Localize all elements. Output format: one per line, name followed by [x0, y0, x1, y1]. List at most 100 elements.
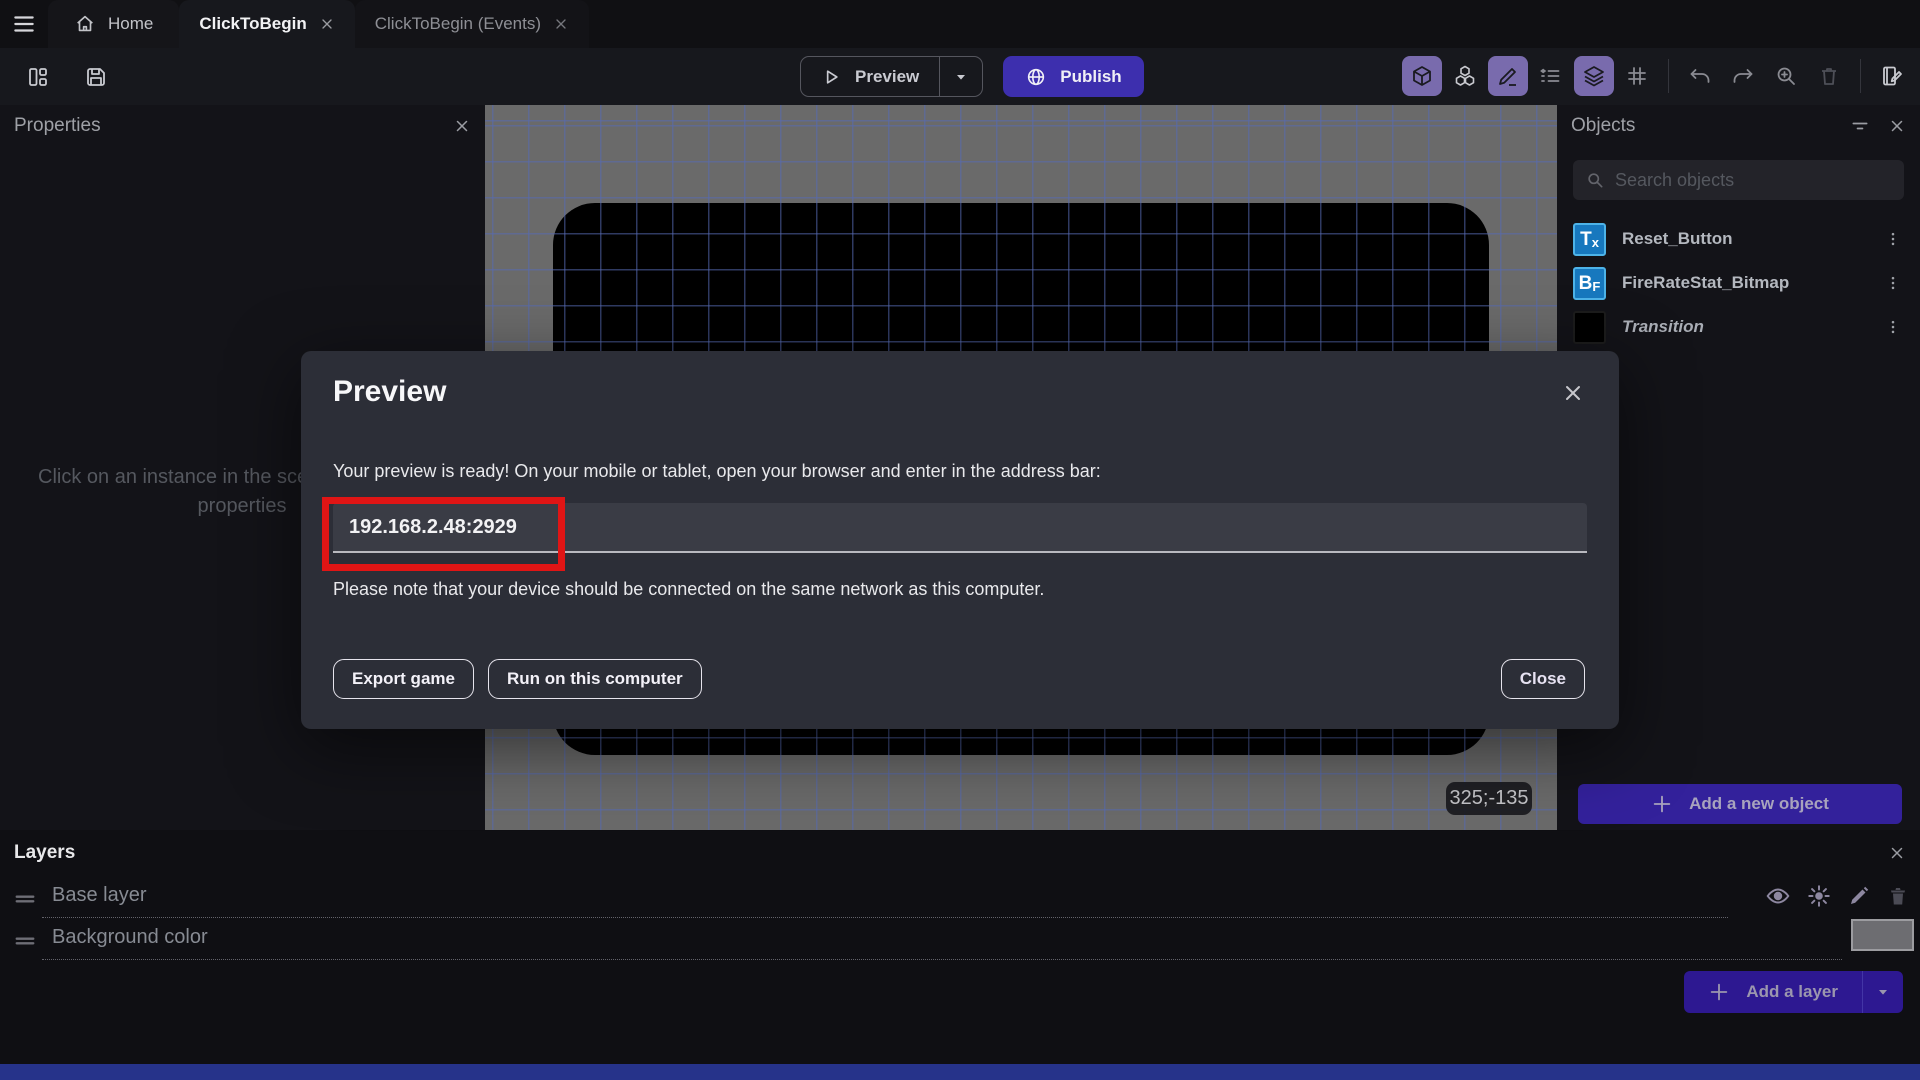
chevron-down-icon: [1875, 984, 1891, 1000]
list-item[interactable]: Tx Reset_Button: [1557, 217, 1920, 261]
drag-handle-icon[interactable]: [12, 930, 38, 952]
undo-icon: [1688, 64, 1712, 88]
list-item[interactable]: BF FireRateStat_Bitmap: [1557, 261, 1920, 305]
kebab-menu-icon[interactable]: [1876, 226, 1910, 252]
open-project-manager-button[interactable]: [18, 57, 58, 97]
bottom-accent-bar: [0, 1064, 1920, 1080]
preview-button[interactable]: Preview: [801, 67, 939, 87]
layer-row-background[interactable]: Background color: [0, 919, 1920, 960]
toggle-instances-list-button[interactable]: [1531, 56, 1571, 96]
toolbar: Preview Publish: [0, 48, 1920, 105]
publish-label: Publish: [1060, 66, 1122, 86]
preview-dialog: Preview Your preview is ready! On your m…: [301, 351, 1619, 729]
trash-icon: [1817, 64, 1841, 88]
undo-button[interactable]: [1680, 56, 1720, 96]
layer-actions: [1765, 883, 1910, 909]
preview-options-button[interactable]: [940, 69, 982, 85]
kebab-menu-icon[interactable]: [1876, 270, 1910, 296]
preview-address-field: [333, 503, 1587, 553]
dialog-title: Preview: [333, 375, 447, 408]
tab-events[interactable]: ClickToBegin (Events): [354, 0, 590, 48]
toggle-instances-panel-button[interactable]: [1445, 56, 1485, 96]
add-new-object-button[interactable]: Add a new object: [1578, 784, 1902, 824]
edit-pencil-icon[interactable]: [1847, 884, 1871, 908]
drag-handle-icon[interactable]: [12, 888, 38, 910]
layers-panel: Layers Base layer Background color Add a…: [0, 830, 1920, 1064]
panel-title: Layers: [14, 842, 76, 863]
add-layer-label: Add a layer: [1746, 982, 1838, 1001]
toggle-layers-panel-button[interactable]: [1574, 56, 1614, 96]
toolbar-left: [0, 57, 116, 97]
save-button[interactable]: [76, 57, 116, 97]
plus-icon: [1708, 981, 1730, 1003]
list-item[interactable]: Transition: [1557, 305, 1920, 349]
search-input[interactable]: [1615, 169, 1892, 191]
close-icon[interactable]: [1888, 844, 1906, 862]
add-layer-button[interactable]: Add a layer: [1684, 981, 1862, 1003]
add-object-label: Add a new object: [1689, 794, 1829, 813]
bitmap-font-object-icon: BF: [1573, 266, 1606, 300]
eye-icon[interactable]: [1765, 883, 1791, 909]
layout-panels-icon: [26, 65, 50, 89]
plus-icon: [1651, 793, 1673, 815]
run-on-this-computer-button[interactable]: Run on this computer: [487, 659, 702, 699]
toggle-objects-panel-button[interactable]: [1402, 56, 1442, 96]
add-layer-split-button: Add a layer: [1684, 971, 1903, 1013]
play-icon: [821, 67, 841, 87]
redo-button[interactable]: [1723, 56, 1763, 96]
layers-header: Layers: [0, 830, 1920, 864]
publish-button[interactable]: Publish: [1003, 56, 1144, 97]
toolbar-right: [1402, 56, 1912, 96]
trash-icon[interactable]: [1886, 884, 1910, 908]
object-name: FireRateStat_Bitmap: [1622, 273, 1790, 292]
preview-split-button: Preview: [800, 56, 984, 97]
layer-name[interactable]: Base layer: [52, 884, 147, 907]
properties-header: Properties: [0, 105, 485, 147]
dialog-actions: Export game Run on this computer Close: [333, 659, 1585, 699]
panel-title: Properties: [14, 115, 101, 136]
edit-scene-events-button[interactable]: [1872, 56, 1912, 96]
toggle-properties-panel-button[interactable]: [1488, 56, 1528, 96]
main-menu-button[interactable]: [0, 0, 48, 48]
dialog-note-text: Please note that your device should be c…: [333, 579, 1045, 599]
preview-address-input[interactable]: [333, 503, 1587, 551]
tab-home[interactable]: Home: [48, 0, 180, 48]
notebook-edit-icon: [1880, 64, 1904, 88]
home-icon: [74, 13, 96, 35]
close-button[interactable]: Close: [1500, 659, 1585, 699]
filter-icon[interactable]: [1850, 116, 1870, 136]
close-icon[interactable]: [553, 16, 569, 32]
cube-icon: [1410, 64, 1434, 88]
toggle-grid-button[interactable]: [1617, 56, 1657, 96]
add-layer-options-button[interactable]: [1863, 984, 1903, 1000]
divider: [1668, 59, 1669, 93]
objects-header: Objects: [1557, 105, 1920, 147]
cursor-coordinates-badge: 325;-135: [1446, 782, 1532, 815]
close-icon[interactable]: [1888, 117, 1906, 135]
close-icon[interactable]: [319, 16, 335, 32]
gdevelop-app: Home ClickToBegin ClickToBegin (Events): [0, 0, 1920, 1080]
object-name: Reset_Button: [1622, 229, 1733, 248]
zoom-button[interactable]: [1766, 56, 1806, 96]
close-icon[interactable]: [1561, 381, 1585, 405]
save-icon: [84, 65, 108, 89]
objects-list: Tx Reset_Button BF FireRateStat_Bitmap T…: [1557, 217, 1920, 349]
tab-bar: Home ClickToBegin ClickToBegin (Events): [0, 0, 1920, 48]
tab-scene[interactable]: ClickToBegin: [179, 0, 355, 48]
dialog-body-text: Your preview is ready! On your mobile or…: [333, 461, 1101, 481]
effects-icon[interactable]: [1806, 883, 1832, 909]
text-object-icon: Tx: [1573, 222, 1606, 256]
background-color-swatch[interactable]: [1851, 919, 1914, 951]
layer-name[interactable]: Background color: [52, 926, 208, 949]
close-icon[interactable]: [453, 117, 471, 135]
kebab-menu-icon[interactable]: [1876, 314, 1910, 340]
pencil-icon: [1496, 64, 1520, 88]
export-game-button[interactable]: Export game: [333, 659, 474, 699]
layer-row-base[interactable]: Base layer: [0, 880, 1920, 918]
search-icon: [1585, 170, 1605, 190]
panel-title: Objects: [1571, 115, 1636, 136]
object-name: Transition: [1622, 317, 1704, 336]
list-icon: [1539, 64, 1563, 88]
chevron-down-icon: [953, 69, 969, 85]
delete-button[interactable]: [1809, 56, 1849, 96]
